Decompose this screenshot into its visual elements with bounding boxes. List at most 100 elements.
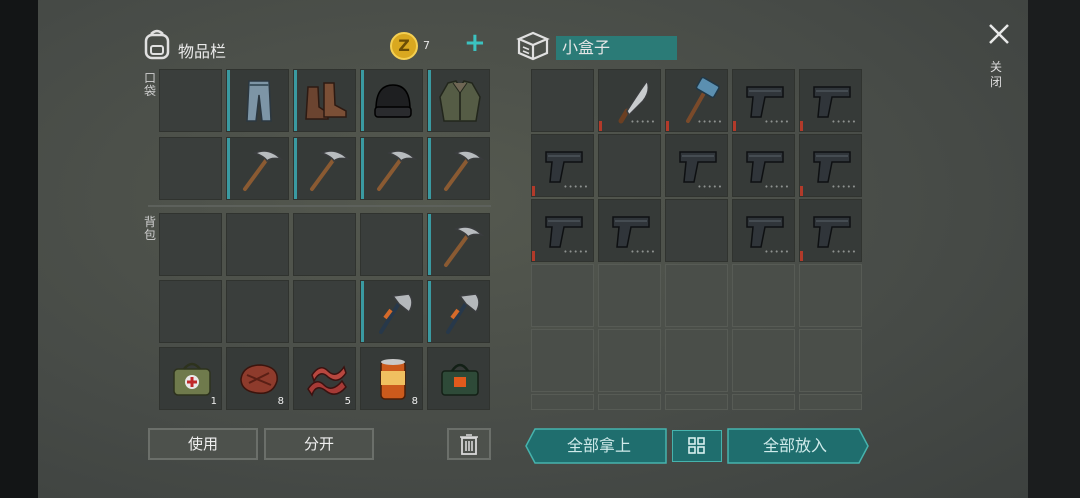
inventory-slot[interactable] bbox=[427, 280, 490, 343]
put-all-button[interactable]: 全部放入 bbox=[727, 429, 863, 463]
upgrade-dots: ••••• bbox=[563, 183, 589, 191]
pockets-label: 口袋 bbox=[144, 71, 157, 98]
upgrade-dots: ••••• bbox=[764, 183, 790, 191]
pickaxe-icon bbox=[444, 150, 484, 191]
jacket-icon bbox=[439, 80, 481, 122]
use-button[interactable]: 使用 bbox=[148, 428, 258, 460]
trash-icon bbox=[460, 434, 478, 455]
inventory-slot[interactable] bbox=[531, 329, 594, 392]
inventory-slot[interactable] bbox=[159, 280, 222, 343]
upgrade-dots: ••••• bbox=[630, 118, 656, 126]
inventory-slot[interactable] bbox=[293, 280, 356, 343]
coin-count: 7 bbox=[423, 39, 430, 52]
take-all-button[interactable]: 全部拿上 bbox=[531, 429, 667, 463]
inventory-slot[interactable] bbox=[665, 329, 728, 392]
inventory-slot[interactable] bbox=[226, 69, 289, 132]
inventory-slot[interactable] bbox=[732, 264, 795, 327]
inventory-slot[interactable] bbox=[226, 213, 289, 276]
inventory-slot[interactable] bbox=[427, 69, 490, 132]
beanie-icon bbox=[374, 84, 412, 118]
inventory-slot[interactable] bbox=[427, 213, 490, 276]
upgrade-dots: ••••• bbox=[831, 248, 857, 256]
section-divider bbox=[148, 205, 491, 207]
inventory-slot[interactable] bbox=[360, 280, 423, 343]
system-bar bbox=[1028, 0, 1080, 498]
upgrade-dots: ••••• bbox=[831, 183, 857, 191]
hatchet-icon bbox=[446, 293, 480, 334]
inventory-slot[interactable]: ••••• bbox=[732, 134, 795, 197]
add-coins-button[interactable]: + bbox=[464, 28, 486, 58]
pants-icon bbox=[246, 80, 272, 122]
inventory-slot[interactable] bbox=[360, 137, 423, 200]
durability-bar bbox=[361, 70, 364, 131]
inventory-slot[interactable] bbox=[159, 137, 222, 200]
inventory-slot[interactable] bbox=[732, 329, 795, 392]
inventory-slot[interactable] bbox=[159, 213, 222, 276]
coin-icon: Z bbox=[390, 32, 418, 60]
inventory-slot[interactable]: ••••• bbox=[732, 199, 795, 262]
inventory-slot[interactable] bbox=[427, 137, 490, 200]
inventory-slot[interactable] bbox=[665, 264, 728, 327]
inventory-slot[interactable] bbox=[799, 394, 862, 410]
upgrade-dots: ••••• bbox=[831, 118, 857, 126]
medkit-icon bbox=[173, 362, 211, 396]
inventory-slot[interactable] bbox=[531, 264, 594, 327]
close-button[interactable] bbox=[983, 18, 1015, 50]
inventory-slot[interactable] bbox=[531, 394, 594, 410]
inventory-slot[interactable] bbox=[360, 213, 423, 276]
inventory-slot[interactable]: ••••• bbox=[598, 69, 661, 132]
item-quantity: 1 bbox=[210, 396, 217, 407]
inventory-slot[interactable]: ••••• bbox=[531, 134, 594, 197]
inventory-slot[interactable] bbox=[226, 137, 289, 200]
inventory-slot[interactable] bbox=[293, 69, 356, 132]
discard-button[interactable] bbox=[447, 428, 491, 460]
inventory-slot[interactable] bbox=[293, 137, 356, 200]
inventory-slot[interactable] bbox=[226, 280, 289, 343]
pickaxe-icon bbox=[444, 226, 484, 267]
grid-sort-icon bbox=[688, 437, 705, 454]
sort-button[interactable] bbox=[672, 430, 722, 462]
inventory-slot[interactable]: ••••• bbox=[665, 69, 728, 132]
inventory-slot[interactable]: ••••• bbox=[531, 199, 594, 262]
inventory-slot[interactable] bbox=[427, 347, 490, 410]
inventory-slot[interactable]: ••••• bbox=[799, 134, 862, 197]
durability-bar-low bbox=[733, 121, 736, 131]
inventory-slot[interactable]: 1 bbox=[159, 347, 222, 410]
durability-bar-low bbox=[532, 251, 535, 261]
durability-bar bbox=[428, 70, 431, 131]
durability-bar bbox=[227, 138, 230, 199]
inventory-slot[interactable]: 5 bbox=[293, 347, 356, 410]
inventory-slot[interactable] bbox=[665, 394, 728, 410]
box-name-field[interactable]: 小盒子 bbox=[556, 36, 677, 60]
inventory-slot[interactable]: ••••• bbox=[598, 199, 661, 262]
durability-bar bbox=[428, 214, 431, 275]
inventory-slot[interactable] bbox=[598, 394, 661, 410]
pickaxe-icon bbox=[310, 150, 350, 191]
backpack-label: 背包 bbox=[144, 215, 157, 242]
inventory-slot[interactable] bbox=[531, 69, 594, 132]
inventory-slot[interactable] bbox=[598, 264, 661, 327]
inventory-slot[interactable]: ••••• bbox=[799, 199, 862, 262]
canned-food-icon bbox=[380, 359, 406, 400]
pickaxe-icon bbox=[243, 150, 283, 191]
durability-bar bbox=[361, 281, 364, 342]
inventory-slot[interactable] bbox=[799, 329, 862, 392]
inventory-slot[interactable]: ••••• bbox=[665, 134, 728, 197]
inventory-slot[interactable] bbox=[732, 394, 795, 410]
inventory-slot[interactable]: 8 bbox=[360, 347, 423, 410]
inventory-slot[interactable]: ••••• bbox=[732, 69, 795, 132]
split-button[interactable]: 分开 bbox=[264, 428, 374, 460]
upgrade-dots: ••••• bbox=[563, 248, 589, 256]
inventory-slot[interactable] bbox=[360, 69, 423, 132]
inventory-slot[interactable] bbox=[665, 199, 728, 262]
inventory-slot[interactable] bbox=[293, 213, 356, 276]
inventory-slot[interactable] bbox=[598, 134, 661, 197]
close-label: 关闭 bbox=[990, 60, 1003, 89]
inventory-slot[interactable] bbox=[799, 264, 862, 327]
item-quantity: 8 bbox=[277, 396, 284, 407]
durability-bar-low bbox=[800, 186, 803, 196]
inventory-slot[interactable]: 8 bbox=[226, 347, 289, 410]
inventory-slot[interactable] bbox=[159, 69, 222, 132]
inventory-slot[interactable]: ••••• bbox=[799, 69, 862, 132]
inventory-slot[interactable] bbox=[598, 329, 661, 392]
